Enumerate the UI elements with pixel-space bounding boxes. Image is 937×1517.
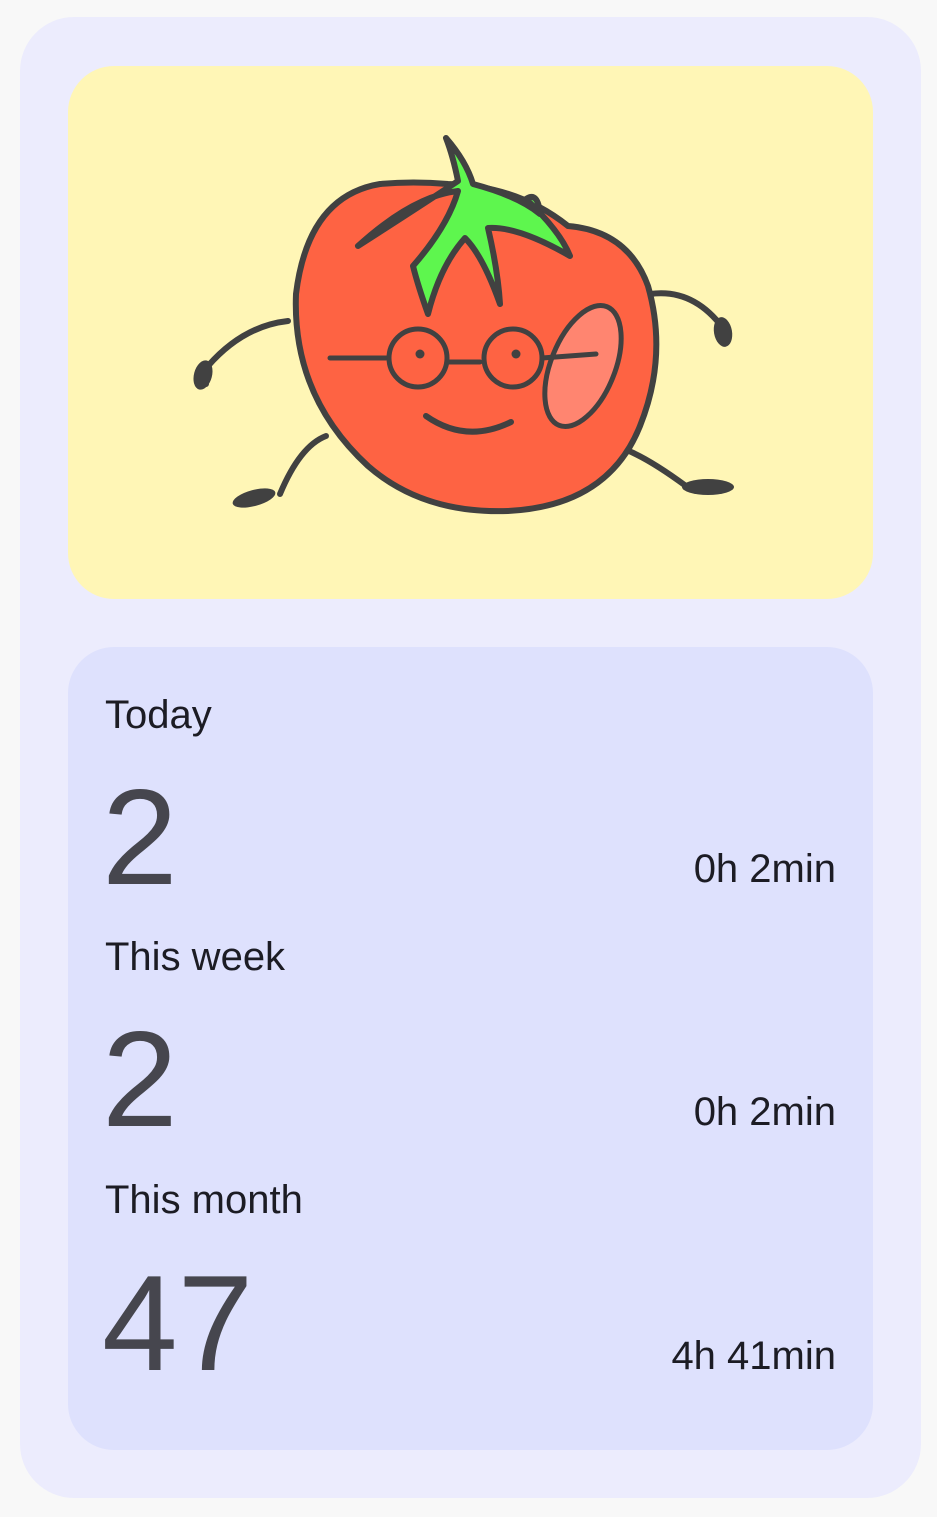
stat-count-today: 2 — [102, 761, 178, 913]
stat-duration-today: 0h 2min — [693, 847, 836, 891]
stat-count-week: 2 — [102, 1003, 178, 1155]
stat-duration-month: 4h 41min — [671, 1334, 836, 1378]
stats-card: Today 2 0h 2min This week 2 0h 2min This… — [68, 647, 873, 1450]
stat-count-month: 47 — [102, 1247, 254, 1399]
stat-label-month: This month — [105, 1178, 303, 1222]
stat-label-today: Today — [105, 693, 212, 737]
mascot-card — [68, 66, 873, 599]
stat-duration-week: 0h 2min — [693, 1090, 836, 1134]
stats-widget: Today 2 0h 2min This week 2 0h 2min This… — [20, 17, 921, 1498]
stat-label-week: This week — [105, 935, 286, 979]
tomato-mascot-icon — [193, 135, 734, 515]
